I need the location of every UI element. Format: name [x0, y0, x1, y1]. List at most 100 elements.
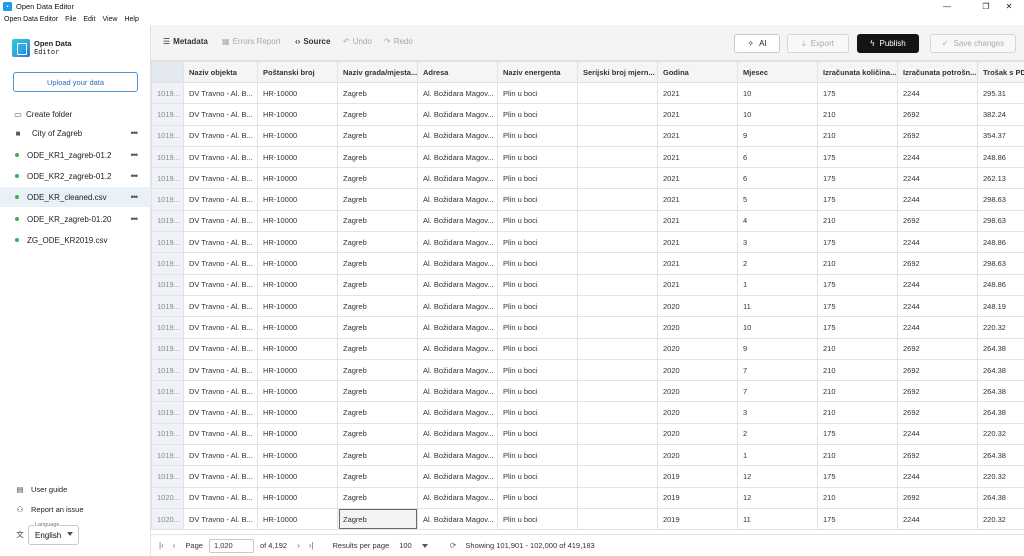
more-options-icon[interactable]: •••	[131, 150, 139, 160]
table-cell[interactable]: Zagreb	[337, 401, 418, 424]
table-cell[interactable]	[577, 231, 658, 254]
table-cell[interactable]: 298.63	[977, 252, 1024, 275]
column-header[interactable]: Naziv objekta	[183, 61, 258, 83]
table-cell[interactable]: DV Travno - Al. B...	[183, 81, 258, 105]
table-cell[interactable]: 2244	[897, 167, 978, 190]
table-cell[interactable]: 2020	[657, 358, 738, 382]
table-cell[interactable]: 2019	[657, 465, 738, 488]
table-cell[interactable]: 3	[737, 401, 818, 424]
table-cell[interactable]: 2020	[657, 444, 738, 467]
table-cell[interactable]	[577, 145, 658, 169]
table-cell[interactable]: 175	[817, 316, 898, 339]
more-options-icon[interactable]: •••	[131, 128, 139, 138]
table-cell[interactable]: 2692	[897, 252, 978, 275]
table-cell[interactable]: DV Travno - Al. B...	[183, 358, 258, 382]
table-cell[interactable]: DV Travno - Al. B...	[183, 294, 258, 318]
table-cell[interactable]: 248.86	[977, 273, 1024, 296]
table-cell[interactable]: HR-10000	[257, 294, 338, 318]
table-cell[interactable]: 2692	[897, 401, 978, 424]
table-cell[interactable]: Al. Božidara Magov...	[417, 422, 498, 446]
table-cell[interactable]: Plin u boci	[497, 124, 578, 147]
column-header[interactable]: Izračunata količina...	[817, 61, 898, 83]
table-cell[interactable]: DV Travno - Al. B...	[183, 380, 258, 403]
table-cell[interactable]: 210	[817, 103, 898, 126]
table-cell[interactable]: 264.38	[977, 337, 1024, 360]
table-cell[interactable]: Zagreb	[337, 444, 418, 467]
row-index-cell[interactable]: 1019...	[151, 294, 184, 318]
last-page-icon[interactable]: ›|	[309, 541, 314, 550]
row-index-cell[interactable]: 1019...	[151, 358, 184, 382]
menu-app[interactable]: Open Data Editor	[4, 16, 58, 23]
row-index-cell[interactable]: 1019...	[151, 252, 184, 275]
table-cell[interactable]: 12	[737, 465, 818, 488]
table-cell[interactable]: 210	[817, 337, 898, 360]
table-cell[interactable]: HR-10000	[257, 465, 338, 488]
table-cell[interactable]: 5	[737, 188, 818, 211]
table-cell[interactable]: 3	[737, 231, 818, 254]
row-index-cell[interactable]: 1019...	[151, 444, 184, 467]
table-cell[interactable]: DV Travno - Al. B...	[183, 209, 258, 233]
row-index-cell[interactable]: 1019...	[151, 273, 184, 296]
table-cell[interactable]	[577, 380, 658, 403]
sidebar-file[interactable]: ODE_KR1_zagreb-01.2 •••	[0, 145, 151, 165]
sidebar-file[interactable]: ZG_ODE_KR2019.csv	[0, 230, 151, 250]
table-cell[interactable]: 175	[817, 465, 898, 488]
table-cell[interactable]: 175	[817, 231, 898, 254]
table-cell[interactable]: 264.38	[977, 444, 1024, 467]
table-cell[interactable]: 2021	[657, 273, 738, 296]
table-cell[interactable]: 2244	[897, 316, 978, 339]
table-cell[interactable]: 2020	[657, 380, 738, 403]
table-cell[interactable]: DV Travno - Al. B...	[183, 401, 258, 424]
column-header[interactable]: Poštanski broj	[257, 61, 338, 83]
table-cell[interactable]: Al. Božidara Magov...	[417, 337, 498, 360]
table-cell[interactable]: Al. Božidara Magov...	[417, 486, 498, 509]
menu-file[interactable]: File	[65, 16, 76, 23]
table-cell[interactable]: 2244	[897, 188, 978, 211]
table-cell[interactable]: Al. Božidara Magov...	[417, 273, 498, 296]
column-header[interactable]: Godina	[657, 61, 738, 83]
table-cell[interactable]: 248.86	[977, 231, 1024, 254]
table-cell[interactable]: HR-10000	[257, 167, 338, 190]
more-options-icon[interactable]: •••	[131, 214, 139, 224]
table-cell[interactable]: Zagreb	[337, 145, 418, 169]
table-cell[interactable]: Al. Božidara Magov...	[417, 124, 498, 147]
table-cell[interactable]: DV Travno - Al. B...	[183, 337, 258, 360]
table-cell[interactable]: HR-10000	[257, 252, 338, 275]
table-cell[interactable]: 10	[737, 316, 818, 339]
more-options-icon[interactable]: •••	[131, 171, 139, 181]
sidebar-file-selected[interactable]: ODE_KR_cleaned.csv •••	[0, 187, 151, 207]
save-changes-button[interactable]: ✓ Save changes	[930, 34, 1016, 53]
table-cell[interactable]: 4	[737, 209, 818, 233]
table-cell[interactable]: HR-10000	[257, 209, 338, 233]
table-cell[interactable]: 2020	[657, 337, 738, 360]
table-cell[interactable]: Plin u boci	[497, 465, 578, 488]
table-cell[interactable]: 2021	[657, 103, 738, 126]
table-cell[interactable]	[577, 81, 658, 105]
table-cell[interactable]: Plin u boci	[497, 444, 578, 467]
table-cell[interactable]: 2244	[897, 465, 978, 488]
table-cell[interactable]	[577, 252, 658, 275]
table-cell[interactable]: HR-10000	[257, 188, 338, 211]
table-cell[interactable]	[577, 444, 658, 467]
table-cell[interactable]: 220.32	[977, 316, 1024, 339]
table-cell[interactable]	[577, 358, 658, 382]
sidebar-file[interactable]: ODE_KR2_zagreb-01.2 •••	[0, 166, 151, 186]
row-index-cell[interactable]: 1019...	[151, 124, 184, 147]
row-index-cell[interactable]: 1019...	[151, 337, 184, 360]
table-cell[interactable]: 220.32	[977, 465, 1024, 488]
export-button[interactable]: ⤓ Export	[787, 34, 849, 53]
table-cell[interactable]: Al. Božidara Magov...	[417, 103, 498, 126]
table-cell[interactable]: DV Travno - Al. B...	[183, 486, 258, 509]
table-cell[interactable]: Zagreb	[337, 337, 418, 360]
table-cell[interactable]: 7	[737, 380, 818, 403]
row-index-cell[interactable]: 1020...	[151, 507, 184, 531]
table-cell[interactable]: HR-10000	[257, 486, 338, 509]
table-cell[interactable]: Al. Božidara Magov...	[417, 380, 498, 403]
column-header[interactable]: Trošak s PDV	[977, 61, 1024, 83]
ai-button[interactable]: ✧ AI	[734, 34, 780, 53]
table-cell[interactable]: 220.32	[977, 507, 1024, 531]
table-cell[interactable]: Plin u boci	[497, 231, 578, 254]
table-cell[interactable]: Al. Božidara Magov...	[417, 401, 498, 424]
table-cell[interactable]: Al. Božidara Magov...	[417, 465, 498, 488]
table-cell[interactable]: Al. Božidara Magov...	[417, 316, 498, 339]
